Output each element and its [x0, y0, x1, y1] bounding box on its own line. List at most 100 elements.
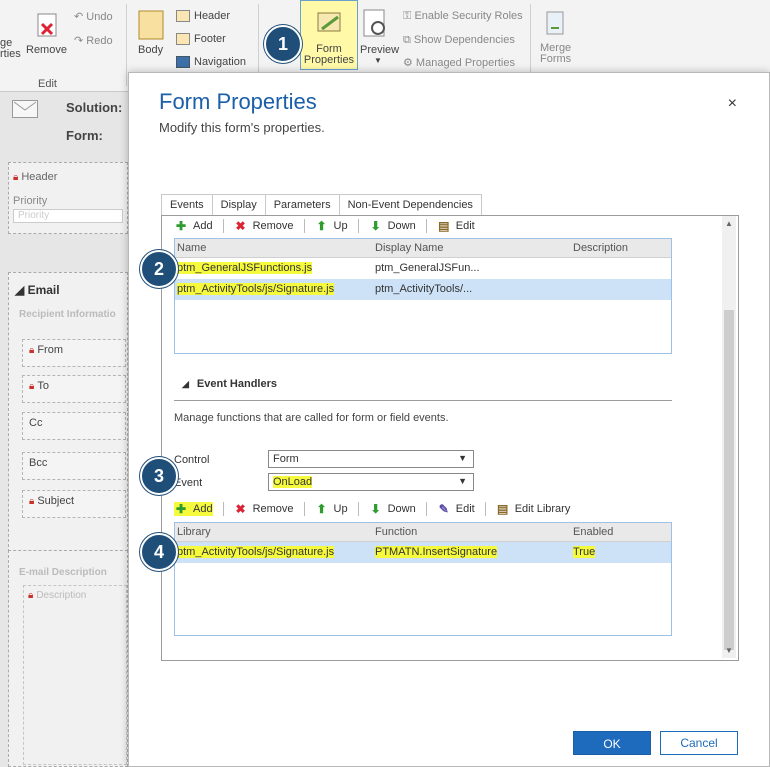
edit-handler-button[interactable]: ✎ Edit: [437, 502, 475, 516]
column-header-enabled[interactable]: Enabled: [573, 526, 613, 538]
tab-parameters[interactable]: Parameters: [264, 194, 340, 216]
remove-handler-button[interactable]: ✖ Remove: [234, 502, 294, 516]
up-library-button[interactable]: ⬆ Up: [315, 219, 348, 233]
column-header-function[interactable]: Function: [375, 526, 417, 538]
header-button[interactable]: Header: [176, 10, 230, 23]
email-description-section[interactable]: E-mail Description 🔒︎ Description: [8, 550, 128, 767]
table-row[interactable]: ptm_GeneralJSFunctions.js ptm_GeneralJSF…: [175, 258, 671, 279]
event-label: Event: [174, 477, 203, 489]
events-panel: ✚ Add ✖ Remove ⬆ Up ⬇ Down ▤ Edit Name Displa…: [161, 215, 739, 661]
column-header-name[interactable]: Name: [177, 242, 206, 254]
preview-dropdown-icon[interactable]: ▼: [374, 56, 382, 65]
form-properties-icon: [317, 12, 341, 32]
vertical-scrollbar[interactable]: ▲ ▼: [722, 216, 736, 658]
handler-enabled: True: [573, 546, 596, 558]
library-display-name: ptm_ActivityTools/...: [375, 283, 473, 295]
table-row[interactable]: ptm_ActivityTools/js/Signature.js ptm_Ac…: [175, 279, 671, 300]
library-toolbar: ✚ Add ✖ Remove ⬆ Up ⬇ Down ▤ Edit: [174, 216, 485, 237]
scroll-up-icon[interactable]: ▲: [725, 219, 733, 228]
control-label: Control: [174, 454, 210, 466]
from-field[interactable]: 🔒︎ From: [22, 339, 126, 367]
body-button[interactable]: Body: [138, 44, 163, 56]
email-description-label: E-mail Description: [19, 567, 107, 578]
edit-library-handler-button[interactable]: ▤ Edit Library: [496, 502, 570, 516]
undo-button[interactable]: ↶ Undo: [74, 10, 113, 23]
remove-icon: ✖: [235, 502, 246, 516]
tab-bar: Events Display Parameters Non-Event Depe…: [161, 194, 482, 216]
cancel-button[interactable]: Cancel: [660, 731, 738, 755]
edit-icon: ▤: [438, 219, 450, 233]
down-handler-button[interactable]: ⬇ Down: [369, 502, 416, 516]
column-header-display-name[interactable]: Display Name: [375, 242, 443, 254]
managed-properties-button[interactable]: ⚙ Managed Properties: [403, 56, 515, 69]
cc-field[interactable]: Cc: [22, 412, 126, 440]
form-properties-button[interactable]: Form Properties: [300, 0, 358, 70]
redo-button[interactable]: ↷ Redo: [74, 34, 113, 47]
table-row[interactable]: ptm_ActivityTools/js/Signature.js PTMATN…: [175, 542, 671, 563]
dialog-title: Form Properties: [159, 89, 317, 114]
step-badge-2: 2: [140, 250, 178, 288]
library-grid: Name Display Name Description ptm_Genera…: [174, 238, 672, 354]
header-icon: [176, 10, 190, 23]
event-handlers-heading[interactable]: ◢ Event Handlers: [182, 378, 277, 390]
arrow-down-icon: ⬇: [370, 219, 381, 233]
remove-button[interactable]: Remove: [26, 44, 67, 56]
subject-field[interactable]: 🔒︎ Subject: [22, 490, 126, 518]
arrow-up-icon: ⬆: [316, 502, 327, 516]
down-library-button[interactable]: ⬇ Down: [369, 219, 416, 233]
collapse-icon[interactable]: ◢: [15, 283, 28, 297]
footer-icon: [176, 33, 190, 46]
redo-icon: ↷: [74, 35, 87, 47]
remove-library-button[interactable]: ✖ Remove: [234, 219, 294, 233]
body-icon: [138, 10, 164, 43]
library-name: ptm_ActivityTools/js/Signature.js: [177, 283, 335, 295]
lock-icon: 🔒︎: [29, 345, 35, 356]
add-library-button[interactable]: ✚ Add: [174, 219, 213, 233]
tab-events[interactable]: Events: [161, 194, 213, 216]
library-icon: ▤: [497, 502, 509, 516]
security-icon: ⚿: [403, 10, 415, 22]
tab-display[interactable]: Display: [211, 194, 266, 216]
recipient-info-label: Recipient Informatio: [19, 309, 116, 320]
bcc-field[interactable]: Bcc: [22, 452, 126, 480]
scrollbar-thumb[interactable]: [724, 310, 734, 650]
dependencies-icon: ⧉: [403, 34, 414, 46]
close-icon[interactable]: ×: [728, 95, 737, 113]
header-section[interactable]: 🔒︎ Header Priority Priority: [8, 162, 128, 234]
event-select[interactable]: OnLoad ▼: [268, 473, 474, 491]
remove-icon: ✖: [235, 219, 246, 233]
step-badge-4: 4: [140, 533, 178, 571]
column-header-description[interactable]: Description: [573, 242, 628, 254]
edit-library-button[interactable]: ▤ Edit: [437, 219, 475, 233]
enable-security-roles-button[interactable]: ⚿ Enable Security Roles: [403, 10, 523, 23]
chevron-down-icon: ▼: [458, 476, 467, 486]
preview-button[interactable]: Preview: [360, 44, 399, 56]
description-field[interactable]: 🔒︎ Description: [23, 585, 127, 765]
add-handler-button[interactable]: ✚ Add: [174, 502, 213, 516]
navigation-button[interactable]: Navigation: [176, 56, 246, 69]
edit-icon: ✎: [438, 502, 449, 516]
show-dependencies-button[interactable]: ⧉ Show Dependencies: [403, 34, 515, 47]
preview-icon: [362, 8, 390, 43]
to-field[interactable]: 🔒︎ To: [22, 375, 126, 403]
footer-button[interactable]: Footer: [176, 33, 226, 46]
undo-icon: ↶: [74, 11, 87, 23]
step-badge-1: 1: [264, 25, 302, 63]
up-handler-button[interactable]: ⬆ Up: [315, 502, 348, 516]
tab-non-event-dependencies[interactable]: Non-Event Dependencies: [338, 194, 482, 216]
column-header-library[interactable]: Library: [177, 526, 211, 538]
priority-field[interactable]: Priority: [13, 209, 123, 223]
step-badge-3: 3: [140, 457, 178, 495]
merge-forms-button[interactable]: Merge Forms: [540, 43, 571, 65]
form-properties-dialog: Form Properties Modify this form's prope…: [128, 72, 770, 767]
collapse-icon[interactable]: ◢: [182, 379, 189, 389]
add-icon: ✚: [175, 502, 187, 516]
chevron-down-icon: ▼: [458, 453, 467, 463]
control-select[interactable]: Form ▼: [268, 450, 474, 468]
scroll-down-icon[interactable]: ▼: [725, 646, 733, 655]
arrow-down-icon: ⬇: [370, 502, 381, 516]
solution-label: Solution:: [66, 100, 123, 115]
ok-button[interactable]: OK: [573, 731, 651, 755]
merge-properties-button[interactable]: ge rties: [0, 38, 21, 60]
form-label: Form:: [66, 128, 103, 143]
